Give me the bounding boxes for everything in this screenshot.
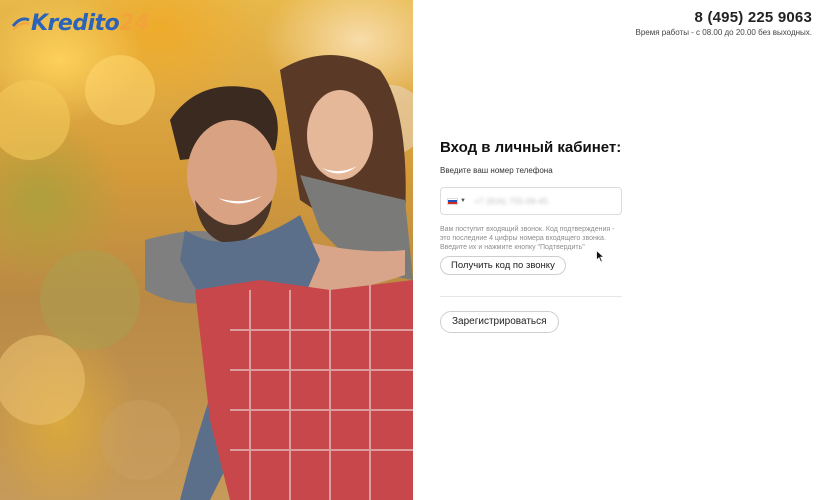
russia-flag-icon[interactable] [447, 197, 458, 205]
login-title: Вход в личный кабинет: [440, 139, 622, 156]
divider [440, 296, 622, 297]
brand-logo[interactable]: Kredito 24 [12, 9, 149, 37]
couple-photo-illustration [0, 55, 413, 500]
logo-number: 24 [119, 10, 149, 36]
working-hours: Время работы - с 08.00 до 20.00 без выхо… [635, 28, 812, 37]
phone-input-field[interactable]: ▼ +7 (916) 755-09-45 [440, 187, 622, 215]
logo-swoosh-icon [12, 17, 30, 31]
phone-prompt: Введите ваш номер телефона [440, 166, 553, 175]
header-phone[interactable]: 8 (495) 225 9063 [695, 9, 812, 26]
register-button[interactable]: Зарегистрироваться [440, 311, 559, 333]
get-code-button[interactable]: Получить код по звонку [440, 256, 566, 275]
hero-photo [0, 0, 413, 500]
mouse-cursor-icon [596, 250, 605, 263]
phone-input-value[interactable]: +7 (916) 755-09-45 [474, 197, 548, 206]
call-hint: Вам поступит входящий звонок. Код подтве… [440, 226, 615, 251]
logo-text: Kredito [31, 10, 120, 36]
country-dropdown-icon[interactable]: ▼ [460, 198, 466, 204]
login-form: Вход в личный кабинет: Введите ваш номер… [440, 139, 622, 275]
